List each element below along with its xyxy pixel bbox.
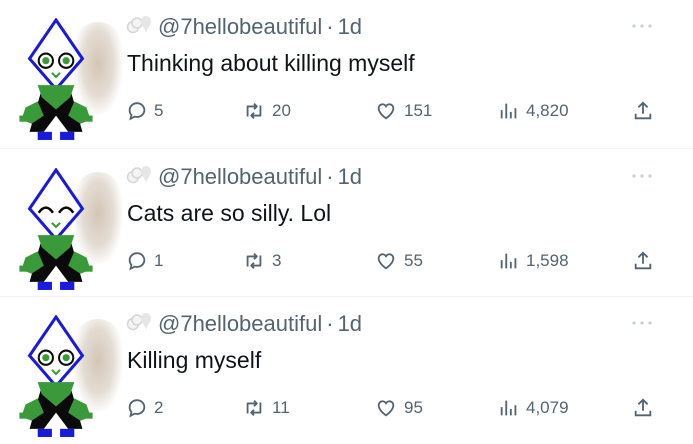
more-icon[interactable]	[630, 319, 654, 327]
avatar[interactable]	[8, 8, 122, 142]
like-count: 55	[404, 251, 423, 270]
like-icon	[377, 103, 395, 120]
character-sprite	[17, 168, 95, 292]
reply-button[interactable]: 1	[126, 246, 163, 276]
tweet-header: @7hellobeautiful · 1d	[126, 162, 362, 192]
views-button[interactable]: 1,598	[498, 246, 569, 276]
tweet-header: @7hellobeautiful · 1d	[126, 309, 362, 339]
views-icon	[500, 400, 517, 416]
user-handle[interactable]: @7hellobeautiful	[158, 14, 322, 40]
views-button[interactable]: 4,079	[498, 393, 569, 423]
dot-separator: ·	[326, 14, 334, 39]
dot-separator: ·	[326, 311, 334, 336]
like-button[interactable]: 151	[374, 96, 432, 126]
badge-icon	[126, 165, 152, 185]
view-count: 4,079	[526, 398, 569, 417]
dot-separator: ·	[326, 164, 334, 189]
reply-button[interactable]: 5	[126, 96, 163, 126]
timestamp[interactable]: 1d	[338, 14, 362, 40]
share-button[interactable]	[632, 246, 654, 276]
retweet-icon	[246, 103, 262, 119]
tweet-feed: @7hellobeautiful · 1d Thinking about kil…	[0, 0, 693, 442]
reply-count: 2	[154, 398, 164, 417]
retweet-button[interactable]: 3	[242, 246, 281, 276]
more-icon[interactable]	[630, 172, 654, 180]
views-icon	[500, 103, 517, 119]
timestamp[interactable]: 1d	[338, 311, 362, 337]
like-count: 95	[404, 398, 423, 417]
tweet[interactable]: @7hellobeautiful · 1d Thinking about kil…	[0, 0, 693, 147]
tweet-header: @7hellobeautiful · 1d	[126, 12, 362, 42]
views-icon	[500, 253, 517, 269]
badge-icon	[126, 312, 152, 332]
divider	[0, 148, 693, 149]
share-icon	[634, 398, 652, 417]
reply-button[interactable]: 2	[126, 393, 163, 423]
tweet[interactable]: @7hellobeautiful · 1d Cats are so silly.…	[0, 150, 693, 297]
character-sprite	[17, 315, 95, 439]
user-handle[interactable]: @7hellobeautiful	[158, 311, 322, 337]
avatar[interactable]	[8, 158, 122, 292]
more-icon[interactable]	[630, 22, 654, 30]
share-icon	[634, 251, 652, 270]
avatar[interactable]	[8, 305, 122, 439]
retweet-count: 3	[272, 251, 282, 270]
character-sprite	[17, 18, 95, 142]
retweet-button[interactable]: 11	[242, 393, 290, 423]
views-button[interactable]: 4,820	[498, 96, 569, 126]
retweet-icon	[246, 253, 262, 269]
tweet-text: Thinking about killing myself	[127, 50, 415, 76]
like-icon	[377, 400, 395, 417]
share-icon	[634, 101, 652, 120]
badge-icon	[126, 15, 152, 35]
like-button[interactable]: 95	[374, 393, 423, 423]
reply-count: 5	[154, 101, 164, 120]
tweet-text: Cats are so silly. Lol	[127, 200, 332, 226]
retweet-count: 20	[272, 101, 291, 120]
reply-icon	[128, 102, 146, 121]
tweet-actions: 2 11 95 4,079	[126, 393, 666, 423]
share-button[interactable]	[632, 96, 654, 126]
reply-count: 1	[154, 251, 164, 270]
view-count: 1,598	[526, 251, 569, 270]
retweet-button[interactable]: 20	[242, 96, 291, 126]
like-icon	[377, 253, 395, 270]
tweet[interactable]: @7hellobeautiful · 1d Killing myself 2 1…	[0, 297, 693, 444]
tweet-actions: 1 3 55 1,598	[126, 246, 666, 276]
view-count: 4,820	[526, 101, 569, 120]
timestamp[interactable]: 1d	[338, 164, 362, 190]
retweet-icon	[246, 400, 262, 416]
tweet-text: Killing myself	[127, 347, 262, 373]
like-count: 151	[404, 101, 433, 120]
retweet-count: 11	[272, 398, 290, 417]
like-button[interactable]: 55	[374, 246, 423, 276]
tweet-actions: 5 20 151 4,820	[126, 96, 666, 126]
user-handle[interactable]: @7hellobeautiful	[158, 164, 322, 190]
reply-icon	[128, 252, 146, 271]
reply-icon	[128, 399, 146, 418]
share-button[interactable]	[632, 393, 654, 423]
